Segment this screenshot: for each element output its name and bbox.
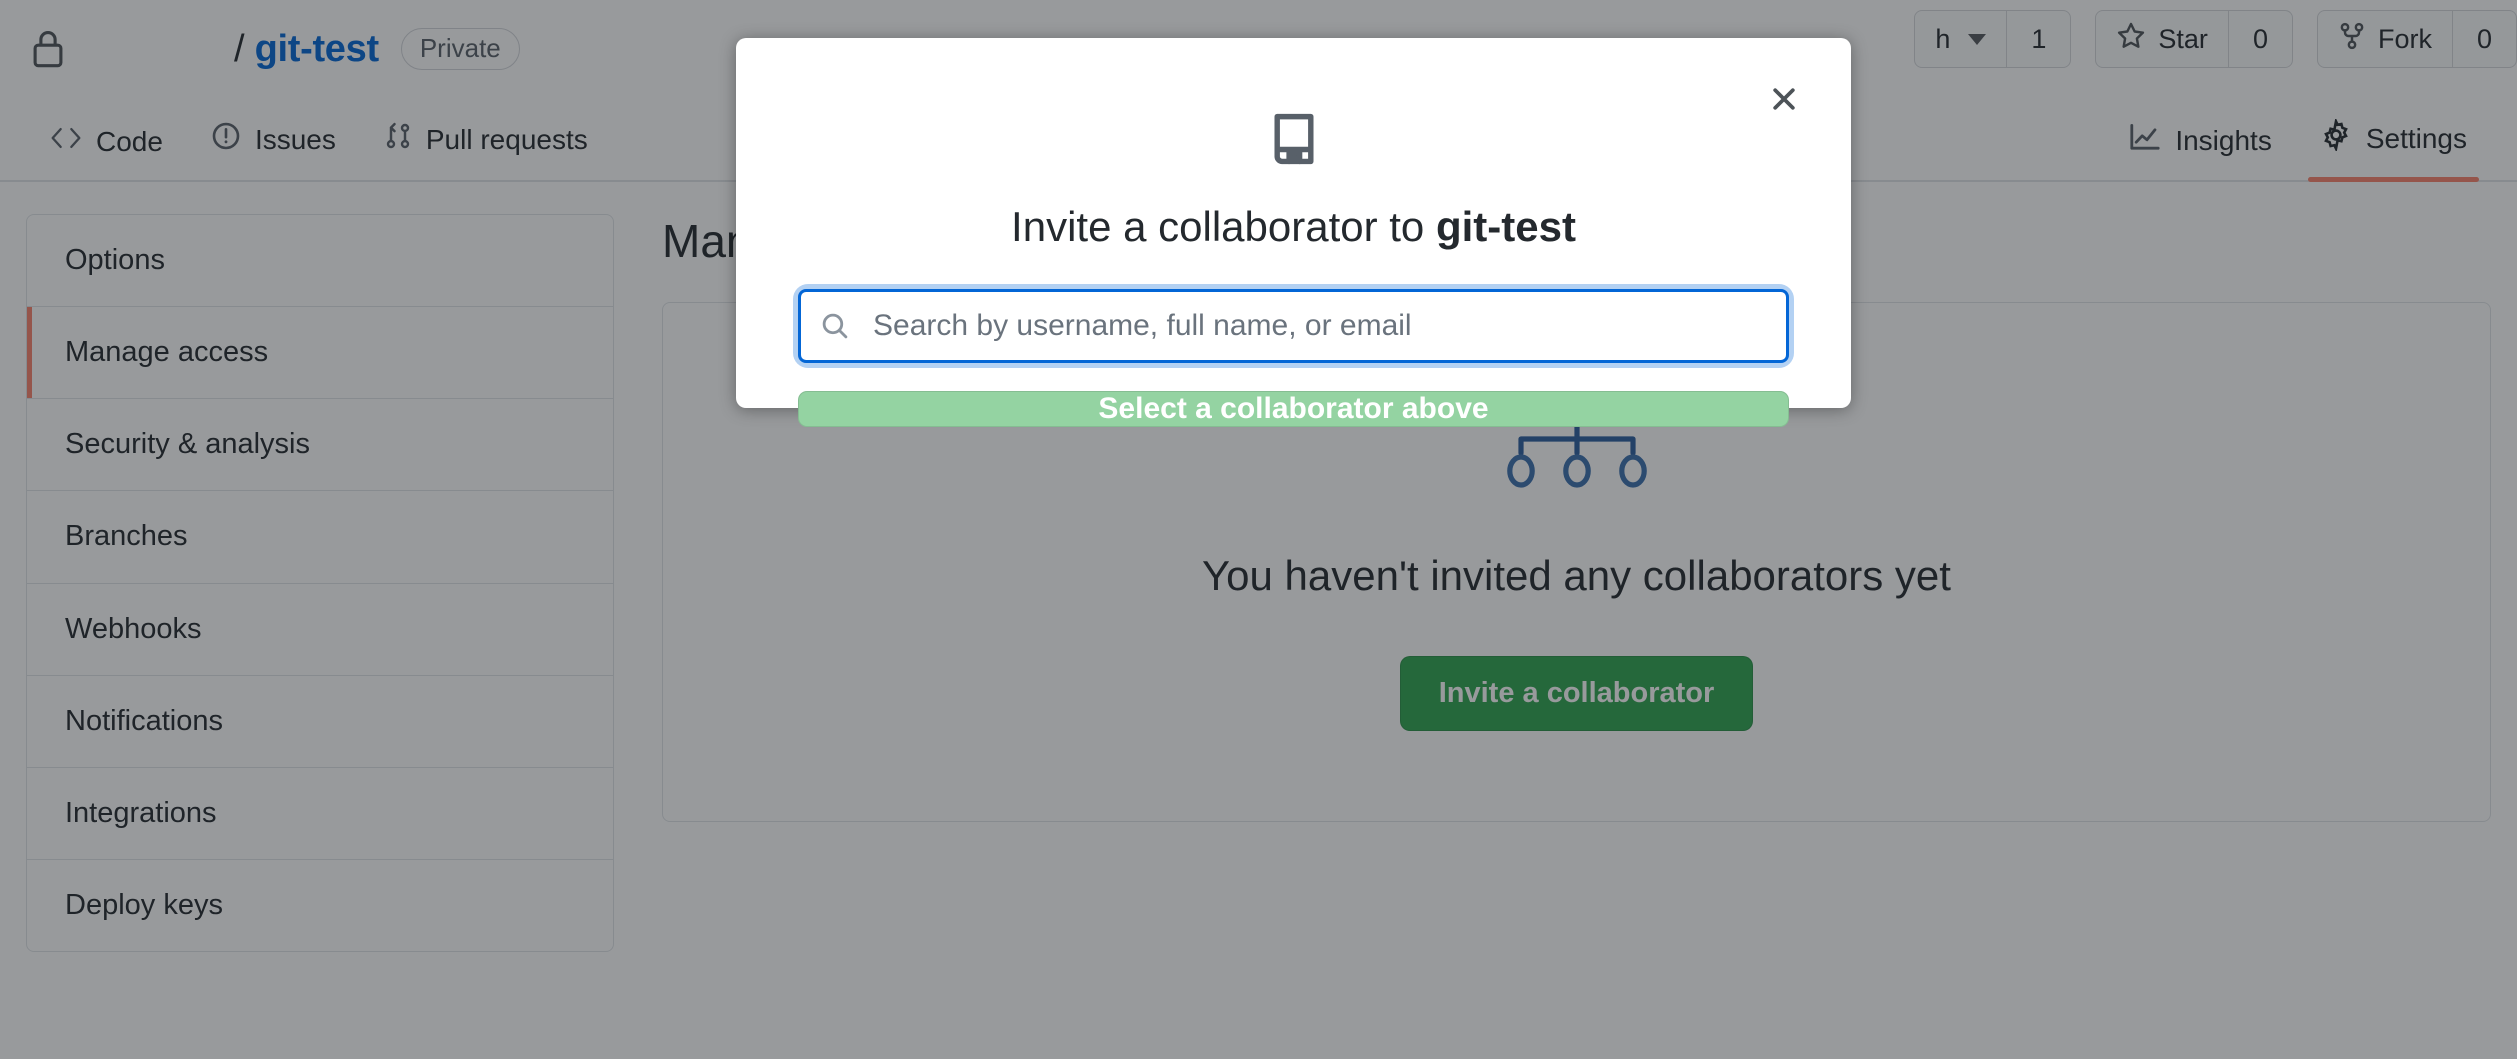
- modal-title: Invite a collaborator to git-test: [1011, 203, 1576, 251]
- modal-title-repo: git-test: [1435, 203, 1576, 250]
- close-icon[interactable]: [1763, 78, 1805, 120]
- select-collaborator-submit-button[interactable]: Select a collaborator above: [798, 391, 1789, 427]
- invite-collaborator-dialog: Invite a collaborator to git-test Select…: [736, 38, 1851, 427]
- modal-title-prefix: Invite a collaborator to: [1011, 203, 1436, 250]
- collaborator-search-wrapper: [798, 289, 1789, 363]
- repo-book-icon: [1266, 110, 1322, 173]
- collaborator-search-input[interactable]: [798, 289, 1789, 363]
